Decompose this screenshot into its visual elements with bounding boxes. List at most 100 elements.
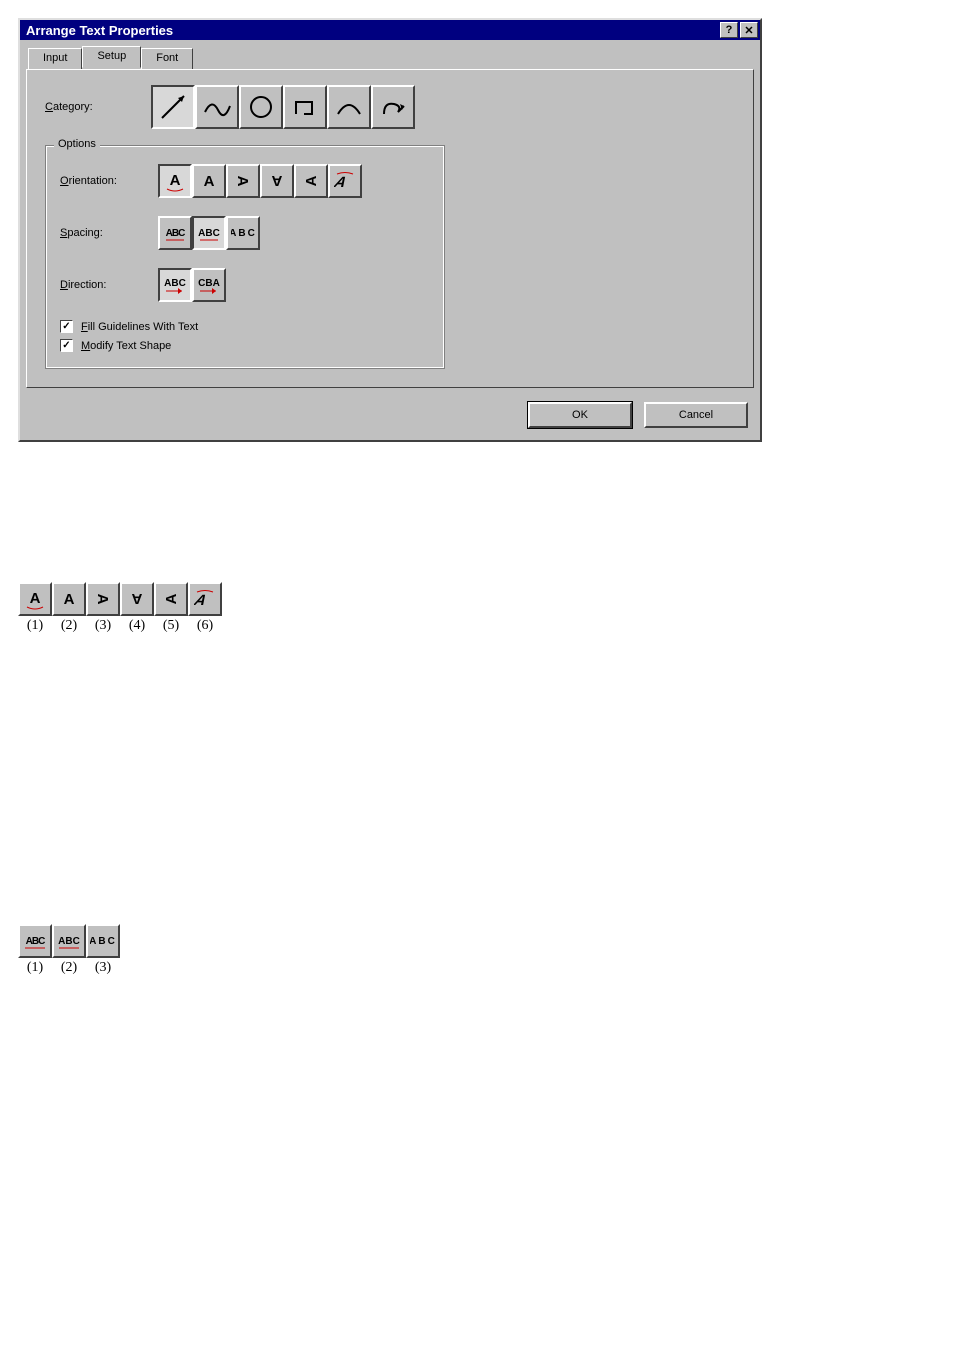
fill-guidelines-checkbox[interactable]: ✓ [60,320,73,333]
legend-orientation-2: A [52,582,86,616]
dialog-buttons: OK Cancel [20,394,760,440]
options-groupbox: Options Orientation: A A A A [45,145,445,369]
svg-text:ABC: ABC [166,228,185,239]
spacing-loose-icon: ABC [231,222,255,244]
legend-orientation-num-3: (3) [86,618,120,634]
direction-forward-icon: ABC [162,274,188,296]
category-iconbar [151,85,415,129]
svg-text:A: A [163,593,180,604]
orientation-row: Orientation: A A A A A [60,164,430,198]
window-title: Arrange Text Properties [26,23,718,38]
category-arc-button[interactable] [327,85,371,129]
legend-spacing-num-3: (3) [86,960,120,976]
legend-spacing-num-1: (1) [18,960,52,976]
category-wave-button[interactable] [195,85,239,129]
arc-icon [334,92,364,122]
orientation-5-button[interactable]: A [294,164,328,198]
arrange-text-properties-dialog: Arrange Text Properties ? ✕ Input Setup … [18,18,762,442]
wave-icon [202,92,232,122]
category-polyline-button[interactable] [283,85,327,129]
orientation-label: Orientation: [60,175,158,187]
tabpanel-setup: Category: [26,69,754,388]
spacing-iconbar: ABC ABC ABC [158,216,260,250]
tab-font-label: Font [156,52,178,64]
svg-text:A: A [131,590,142,607]
modify-shape-checkbox[interactable]: ✓ [60,339,73,352]
spacing-row: Spacing: ABC ABC ABC [60,216,430,250]
orientation-2-button[interactable]: A [192,164,226,198]
legend-orientation-3: A [86,582,120,616]
svg-text:ABC: ABC [198,228,220,239]
legend-orientation-num-1: (1) [18,618,52,634]
legend-orientation-1: A [18,582,52,616]
ok-button[interactable]: OK [528,402,632,428]
svg-text:A: A [303,175,320,186]
tab-setup[interactable]: Setup [82,46,141,68]
spacing-normal-icon: ABC [197,222,221,244]
svg-text:CBA: CBA [198,278,220,289]
tab-input[interactable]: Input [28,48,82,70]
svg-text:ABC: ABC [58,936,80,947]
close-button[interactable]: ✕ [740,22,758,38]
legend-spacing-num-2: (2) [52,960,86,976]
spacing-3-button[interactable]: ABC [226,216,260,250]
legend-orientation-num-4: (4) [120,618,154,634]
orientation-1-icon: A [164,170,186,192]
titlebar: Arrange Text Properties ? ✕ [20,20,760,40]
svg-text:A: A [94,594,111,605]
category-label: Category: [45,101,151,113]
polyline-icon [290,92,320,122]
orientation-iconbar: A A A A A A [158,164,362,198]
spacing-2-button[interactable]: ABC [192,216,226,250]
legend-orientation-5: A [154,582,188,616]
orientation-3-button[interactable]: A [226,164,260,198]
orientation-5-icon: A [300,170,322,192]
orientation-2-icon: A [198,170,220,192]
legend-spacing-3: ABC [86,924,120,958]
orientation-6-icon: A [334,170,356,192]
orientation-6-button[interactable]: A [328,164,362,198]
spacing-legend-icons: ABC ABC ABC [18,924,936,958]
cancel-button[interactable]: Cancel [644,402,748,428]
svg-text:A: A [334,174,349,190]
circle-icon [246,92,276,122]
legend-orientation-6: A [188,582,222,616]
spacing-legend: ABC ABC ABC (1) (2) (3) [18,924,936,976]
svg-text:A: A [271,172,282,189]
legend-spacing-1: ABC [18,924,52,958]
legend-orientation-4: A [120,582,154,616]
direction-reverse-icon: CBA [196,274,222,296]
legend-orientation-num-5: (5) [154,618,188,634]
spacing-1-button[interactable]: ABC [158,216,192,250]
tab-font[interactable]: Font [141,48,193,70]
orientation-4-button[interactable]: A [260,164,294,198]
svg-text:A: A [170,172,181,189]
tab-setup-label: Setup [97,50,126,62]
close-icon: ✕ [744,24,753,37]
help-button[interactable]: ? [720,22,738,38]
legend-orientation-num-2: (2) [52,618,86,634]
direction-forward-button[interactable]: ABC [158,268,192,302]
svg-text:ABC: ABC [164,278,186,289]
orientation-3-icon: A [232,170,254,192]
direction-iconbar: ABC CBA [158,268,226,302]
fill-guidelines-row: ✓ Fill Guidelines With Text [60,320,430,333]
question-icon: ? [726,24,733,36]
svg-text:ABC: ABC [26,936,45,947]
category-row: Category: [45,85,735,129]
svg-text:A: A [64,591,75,608]
legend-spacing-2: ABC [52,924,86,958]
direction-reverse-button[interactable]: CBA [192,268,226,302]
ok-label: OK [572,409,588,421]
category-circle-button[interactable] [239,85,283,129]
category-spiral-button[interactable] [371,85,415,129]
svg-text:ABC: ABC [90,936,116,947]
legend-orientation-num-6: (6) [188,618,222,634]
svg-text:A: A [234,176,251,187]
orientation-1-button[interactable]: A [158,164,192,198]
category-line-button[interactable] [151,85,195,129]
svg-text:A: A [194,592,209,608]
orientation-legend-icons: A A A A A A [18,582,936,616]
spacing-legend-numbers: (1) (2) (3) [18,960,936,976]
fill-guidelines-label: Fill Guidelines With Text [81,321,198,333]
